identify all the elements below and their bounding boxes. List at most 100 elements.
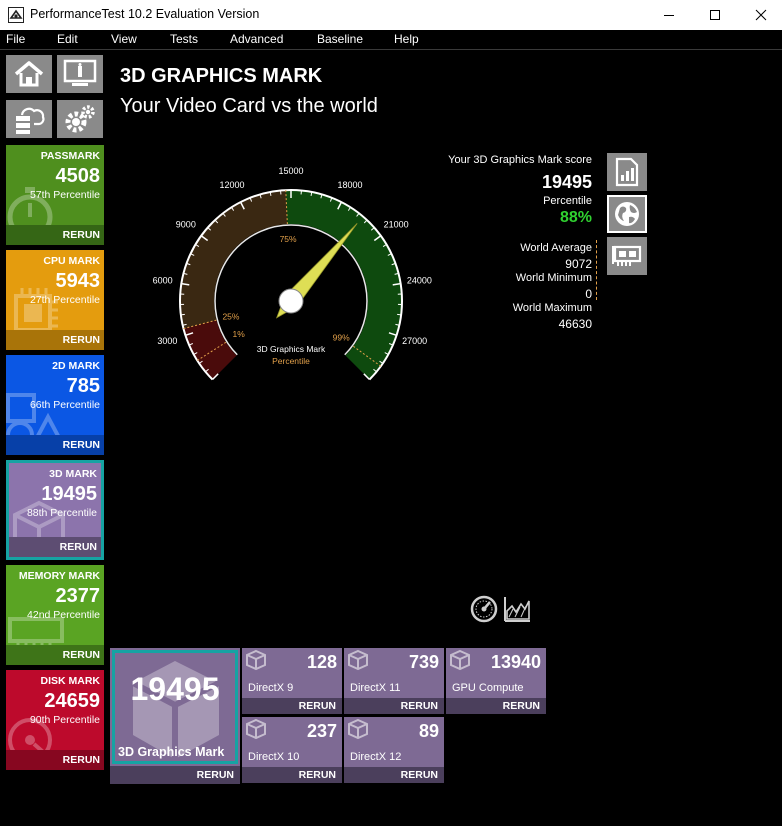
tile-memory-mark[interactable]: MEMORY MARK 2377 42nd Percentile RERUN [6,565,104,665]
gauge-percentile-label: 1% [233,329,246,339]
monitor-icon [63,59,97,86]
menu-baseline[interactable]: Baseline [317,32,363,46]
tile-score: 4508 [55,165,101,187]
subtest-score: 128 [306,652,337,672]
close-button[interactable] [738,0,782,30]
main-test-tile[interactable]: 19495 3D Graphics Mark RERUN [110,648,240,784]
gauge-tick-label: 6000 [153,276,173,286]
tile-percentile: 88th Percentile [26,507,97,519]
subtest-label: DirectX 11 [350,682,401,694]
world-maximum-value: 46630 [558,317,592,331]
tile-3d-mark[interactable]: 3D MARK 19495 88th Percentile RERUN [6,460,104,560]
rerun-button[interactable]: RERUN [6,225,104,245]
subtest-label: DirectX 9 [248,682,294,694]
rerun-button[interactable]: RERUN [6,435,104,455]
minimize-button[interactable] [646,0,692,30]
home-icon [14,61,44,87]
tile-percentile: 90th Percentile [29,714,100,726]
tile-title: MEMORY MARK [18,570,100,582]
settings-button[interactable] [57,100,103,138]
gauge-center-sublabel: Percentile [272,356,310,366]
subtest-score: 13940 [490,652,541,672]
main-test-score: 19495 [130,671,220,707]
tile-score: 5943 [55,270,101,292]
tile-2d-mark[interactable]: 2D MARK 785 66th Percentile RERUN [6,355,104,455]
rerun-button[interactable]: RERUN [110,766,240,784]
tile-disk-mark[interactable]: DISK MARK 24659 90th Percentile RERUN [6,670,104,770]
rerun-button[interactable]: RERUN [344,698,444,714]
gauge-percentile-label: 99% [333,332,350,342]
world-minimum-value: 0 [585,287,592,301]
tile-passmark[interactable]: PASSMARK 4508 57th Percentile RERUN [6,145,104,245]
gauge-tick [397,313,402,316]
graphics-card-icon [612,245,642,266]
gauge-percentile-label: 75% [280,234,297,244]
tile-title: 3D MARK [49,468,97,480]
title-bar: PerformanceTest 10.2 Evaluation Version [0,0,782,30]
subtest-label: GPU Compute [452,682,524,694]
world-compare-button[interactable] [607,195,647,233]
system-info-button[interactable] [57,55,103,93]
tile-percentile: 66th Percentile [29,399,100,411]
subtest-directx12[interactable]: 89 DirectX 12 RERUN [344,717,444,783]
globe-icon [615,202,639,226]
world-minimum-label: World Minimum [515,272,592,284]
graphics-card-button[interactable] [607,237,647,275]
maximize-icon [710,10,720,20]
gauge-tick-label: 12000 [219,180,244,190]
rerun-button[interactable]: RERUN [344,767,444,783]
gauge-tick-label: 15000 [278,166,303,176]
percentile-label: Percentile [543,195,592,207]
score-value: 19495 [541,172,592,192]
menu-bar: File Edit View Tests Advanced Baseline H… [0,30,782,50]
report-icon [615,157,639,187]
minimize-icon [664,15,674,16]
gauge-tick-label: 3000 [157,336,177,346]
tile-cpu-mark[interactable]: CPU MARK 5943 27th Percentile RERUN [6,250,104,350]
maximize-button[interactable] [692,0,738,30]
report-button[interactable] [607,153,647,191]
world-average-label: World Average [520,242,592,254]
rerun-button[interactable]: RERUN [446,698,546,714]
subtest-directx10[interactable]: 237 DirectX 10 RERUN [242,717,342,783]
window-title: PerformanceTest 10.2 Evaluation Version [30,7,260,21]
rerun-button[interactable]: RERUN [9,537,101,557]
menu-view[interactable]: View [111,32,137,46]
menu-file[interactable]: File [6,32,25,46]
percentile-value: 88% [559,209,592,226]
page-subtitle: Your Video Card vs the world [120,95,378,117]
page-title: 3D GRAPHICS MARK [120,65,323,87]
average-divider [596,240,597,300]
rerun-button[interactable]: RERUN [242,767,342,783]
tile-score: 19495 [41,483,97,505]
gauge-icon[interactable] [470,595,498,623]
cube-icon [348,718,368,740]
menu-edit[interactable]: Edit [57,32,78,46]
close-icon [755,9,767,21]
subtest-score: 237 [306,721,337,741]
gauge-tick-label: 9000 [176,220,196,230]
menu-help[interactable]: Help [394,32,419,46]
cube-icon [246,649,266,671]
tile-score: 2377 [55,585,101,607]
menu-tests[interactable]: Tests [170,32,198,46]
rerun-button[interactable]: RERUN [6,330,104,350]
rerun-button[interactable]: RERUN [6,645,104,665]
menu-advanced[interactable]: Advanced [230,32,283,46]
cloud-button[interactable] [6,100,52,138]
subtest-directx9[interactable]: 128 DirectX 9 RERUN [242,648,342,714]
subtest-label: DirectX 10 [248,751,300,763]
subtest-directx11[interactable]: 739 DirectX 11 RERUN [344,648,444,714]
rerun-button[interactable]: RERUN [6,750,104,770]
tile-percentile: 42nd Percentile [27,609,100,621]
score-label: Your 3D Graphics Mark score [448,154,592,166]
tile-percentile: 27th Percentile [29,294,100,306]
subtest-gpu-compute[interactable]: 13940 GPU Compute RERUN [446,648,546,714]
chart-icon[interactable] [503,595,531,623]
gauge-tick-label: 24000 [407,276,432,286]
gauge-center-label: 3D Graphics Mark [257,344,326,354]
rerun-button[interactable]: RERUN [242,698,342,714]
home-button[interactable] [6,55,52,93]
cube-icon [450,649,470,671]
world-average-value: 9072 [565,257,592,271]
